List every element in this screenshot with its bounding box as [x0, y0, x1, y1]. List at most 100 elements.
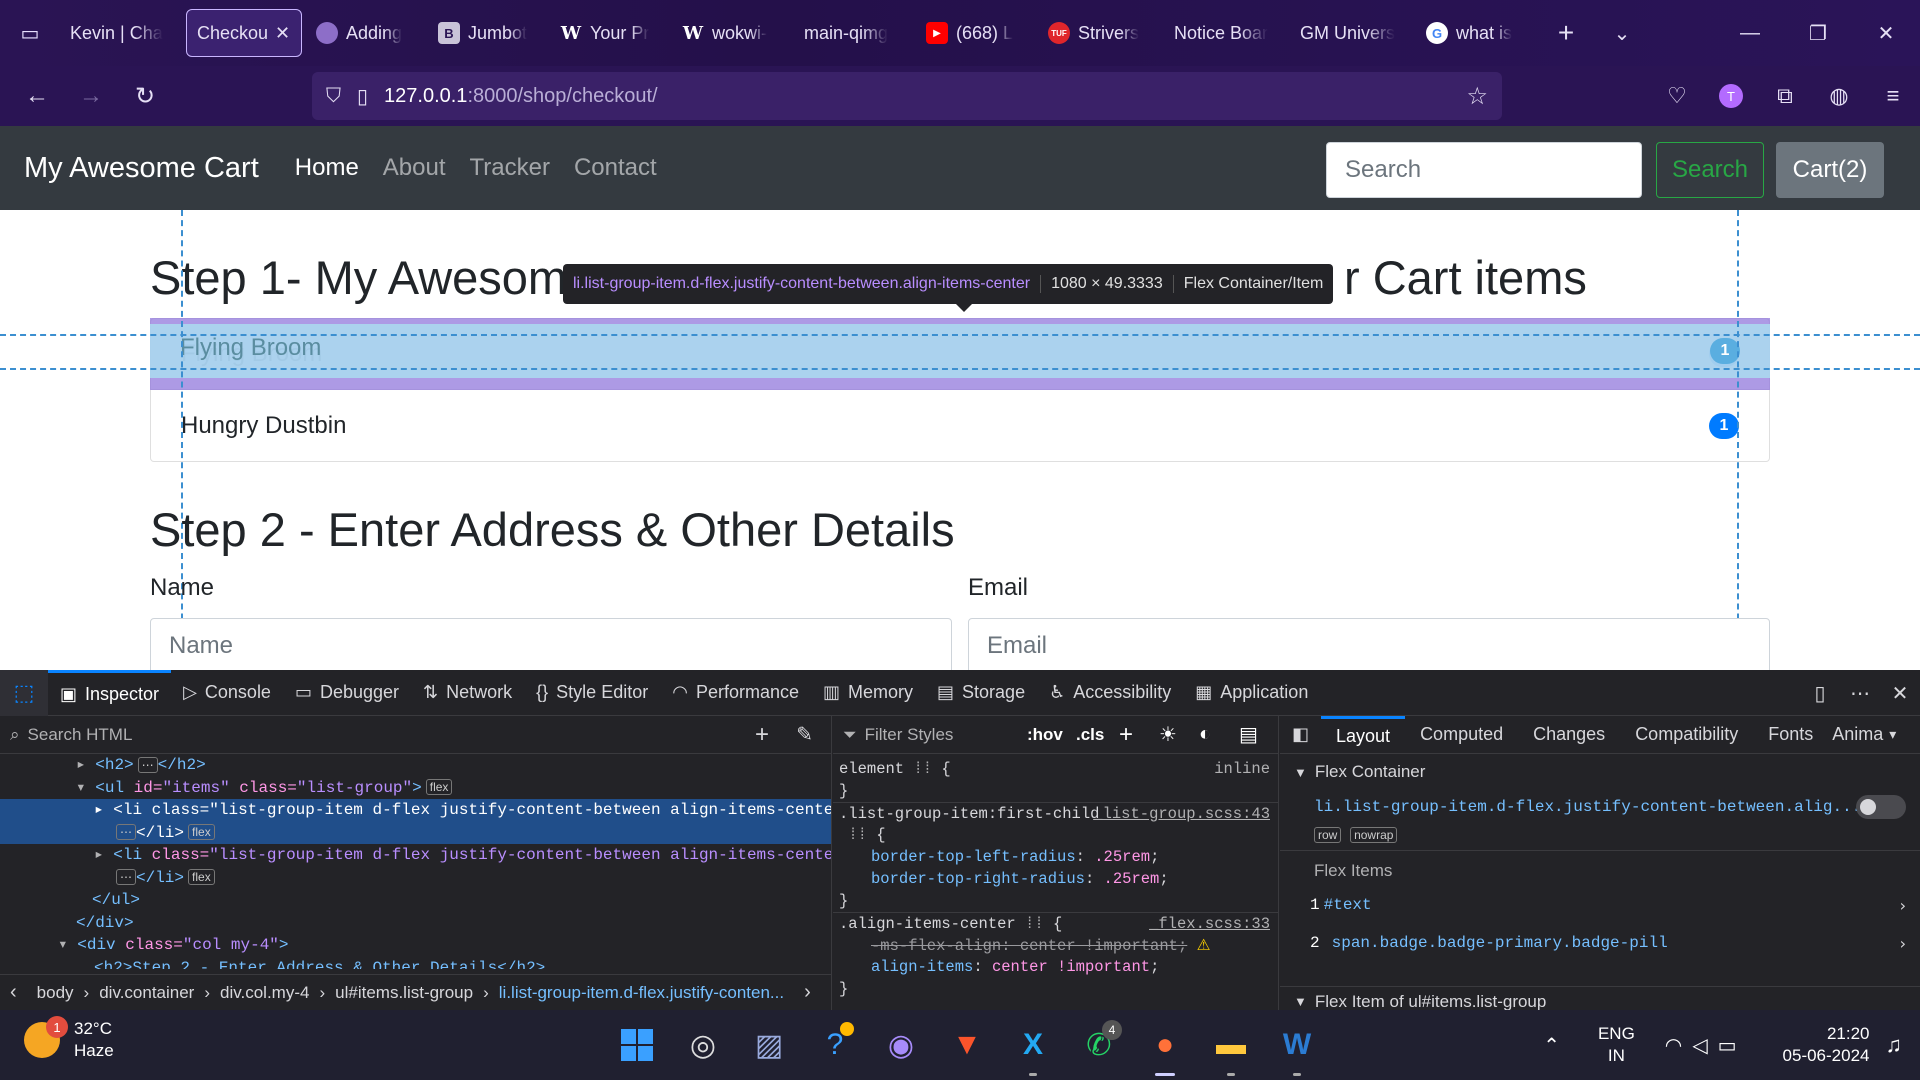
close-window-icon[interactable]: ✕	[1852, 0, 1920, 66]
tab-network[interactable]: ⇅ Network	[411, 670, 524, 716]
tab-9[interactable]: Notice Boar	[1164, 9, 1286, 57]
html-node[interactable]: ▾ <div class="col my-4">	[0, 934, 831, 957]
hov-button[interactable]: :hov	[1027, 725, 1063, 745]
html-node[interactable]: ▾ <ul id="items" class="list-group"> flex	[0, 777, 831, 800]
collapse-arrow-icon[interactable]: ▾	[76, 779, 86, 797]
flex-item-row[interactable]: 2 span.badge.badge-primary.badge-pill ›	[1280, 928, 1920, 958]
expand-arrow-icon[interactable]: ▸	[76, 756, 86, 774]
flex-container-selector[interactable]: li.list-group-item.d-flex.justify-conten…	[1280, 790, 1920, 824]
breadcrumb-item[interactable]: div.col.my-4	[210, 983, 319, 1003]
weather-widget[interactable]: 1 32°C Haze	[24, 1016, 114, 1062]
tab-list-icon[interactable]: ▭	[0, 0, 60, 66]
css-declaration[interactable]: align-items: center !important;	[833, 956, 1278, 978]
menu-icon[interactable]: ≡	[1866, 83, 1920, 109]
nav-home[interactable]: Home	[295, 154, 359, 182]
tab-5[interactable]: W wokwi-	[672, 9, 790, 57]
nav-tracker[interactable]: Tracker	[470, 154, 550, 182]
clock[interactable]: 21:20 05-06-2024	[1783, 1023, 1870, 1067]
tab-fonts[interactable]: Fonts	[1753, 716, 1828, 754]
email-input[interactable]: Email	[968, 618, 1770, 670]
flex-overlay-toggle[interactable]	[1856, 795, 1906, 819]
breadcrumb-item[interactable]: ul#items.list-group	[325, 983, 483, 1003]
language-indicator[interactable]: ENG IN	[1598, 1023, 1635, 1067]
tab-6[interactable]: main-qimg	[794, 9, 912, 57]
print-icon[interactable]: ▤	[1239, 722, 1258, 747]
tab-accessibility[interactable]: ♿ Accessibility	[1037, 670, 1183, 716]
tab-3[interactable]: B Jumbot	[428, 9, 546, 57]
tab-inspector[interactable]: ▣ Inspector	[48, 669, 172, 716]
chevron-right-icon[interactable]: ›	[1900, 896, 1906, 915]
help-icon[interactable]: ?	[802, 1010, 868, 1080]
obs-icon[interactable]: ◎	[670, 1010, 736, 1080]
tab-console[interactable]: ▷ Console	[171, 670, 283, 716]
html-node[interactable]: ▸ <h2> ⋯ </h2>	[0, 754, 831, 777]
tab-8[interactable]: TUF Strivers	[1038, 9, 1160, 57]
chevron-right-icon[interactable]: ›	[794, 981, 821, 1004]
flex-item-row[interactable]: 1 #text ›	[1280, 890, 1920, 920]
flex-container-header[interactable]: ▼ Flex Container	[1280, 754, 1920, 790]
breadcrumb-item-current[interactable]: li.list-group-item.d-flex.justify-conten…	[489, 983, 794, 1003]
new-tab-icon[interactable]: +	[1538, 17, 1594, 49]
chevron-right-icon[interactable]: ›	[1900, 934, 1906, 953]
tab-changes[interactable]: Changes	[1518, 716, 1620, 754]
css-source-link[interactable]: _list-group.scss:43	[1093, 803, 1270, 825]
back-icon[interactable]: ←	[10, 69, 64, 123]
wifi-volume-battery-icon[interactable]: ◠◁▭	[1665, 1033, 1747, 1058]
tab-1-active[interactable]: Checkou ✕	[186, 9, 302, 57]
tab-memory[interactable]: ▥ Memory	[811, 670, 925, 716]
tab-application[interactable]: ▦ Application	[1183, 670, 1320, 716]
breadcrumb-item[interactable]: body	[27, 983, 84, 1003]
word-icon[interactable]: W	[1264, 1010, 1330, 1080]
html-node[interactable]: <h2>Step 2 - Enter Address & Other Detai…	[0, 957, 831, 969]
brave-icon[interactable]: ▼	[934, 1010, 1000, 1080]
expand-arrow-icon[interactable]: ▸	[94, 846, 104, 864]
nav-contact[interactable]: Contact	[574, 154, 657, 182]
flex-pill[interactable]: flex	[188, 824, 215, 841]
search-button[interactable]: Search	[1656, 142, 1764, 198]
cart-button[interactable]: Cart(2)	[1776, 142, 1884, 198]
tab-performance[interactable]: ◠ Performance	[660, 670, 811, 716]
tab-11[interactable]: G what is	[1416, 9, 1534, 57]
tab-computed[interactable]: Computed	[1405, 716, 1518, 754]
tab-2[interactable]: Adding	[306, 9, 424, 57]
collapsed-pill[interactable]: ⋯	[137, 756, 158, 773]
more-icon[interactable]: ⋯	[1840, 681, 1880, 706]
html-node[interactable]: </ul>	[0, 889, 831, 912]
close-devtools-icon[interactable]: ✕	[1880, 681, 1920, 706]
element-picker-icon[interactable]: ⬚	[0, 669, 48, 716]
tab-10[interactable]: GM Univers	[1290, 9, 1412, 57]
light-mode-icon[interactable]: ☀	[1159, 722, 1177, 747]
cls-button[interactable]: .cls	[1076, 725, 1104, 745]
tab-0[interactable]: Kevin | Cha	[60, 9, 182, 57]
tab-style-editor[interactable]: {} Style Editor	[524, 670, 660, 716]
close-tab-icon[interactable]: ✕	[275, 23, 290, 44]
name-input[interactable]: Name	[150, 618, 952, 670]
pocket-icon[interactable]: ♡	[1650, 83, 1704, 109]
globe-icon[interactable]: ◍	[1812, 83, 1866, 109]
dock-icon[interactable]: ▯	[1800, 681, 1840, 706]
collapse-arrow-icon[interactable]: ▾	[58, 936, 68, 954]
collapsed-pill[interactable]: ⋯	[116, 824, 136, 841]
css-declaration[interactable]: border-top-left-radius: .25rem;	[833, 846, 1278, 868]
site-search-input[interactable]: Search	[1326, 142, 1642, 198]
tab-7[interactable]: ▶ (668) L	[916, 9, 1034, 57]
tab-layout[interactable]: Layout	[1321, 716, 1406, 754]
minimize-icon[interactable]: —	[1716, 0, 1784, 66]
html-node[interactable]: </div>	[0, 912, 831, 935]
html-node[interactable]: ▸ <li class="list-group-item d-flex just…	[0, 844, 831, 867]
nav-about[interactable]: About	[383, 154, 446, 182]
vscode-icon[interactable]: X	[1000, 1010, 1066, 1080]
breadcrumb-item[interactable]: div.container	[89, 983, 204, 1003]
profile-avatar[interactable]: T	[1719, 84, 1743, 108]
add-rule-icon[interactable]: +	[1119, 721, 1133, 749]
firefox-icon[interactable]: ●	[1132, 1010, 1198, 1080]
whatsapp-icon[interactable]: ✆ 4	[1066, 1010, 1132, 1080]
expand-arrow-icon[interactable]: ▸	[94, 801, 104, 819]
photos-icon[interactable]: ▨	[736, 1010, 802, 1080]
chevron-down-icon[interactable]: ▾	[1887, 716, 1898, 754]
chevron-up-icon[interactable]: ⌃	[1543, 1033, 1560, 1058]
contrast-icon[interactable]: ◐	[1199, 723, 1211, 746]
collapsed-pill[interactable]: ⋯	[116, 869, 136, 886]
bookmark-star-icon[interactable]: ☆	[1466, 82, 1488, 111]
tab-animations[interactable]: Anima	[1828, 716, 1887, 754]
